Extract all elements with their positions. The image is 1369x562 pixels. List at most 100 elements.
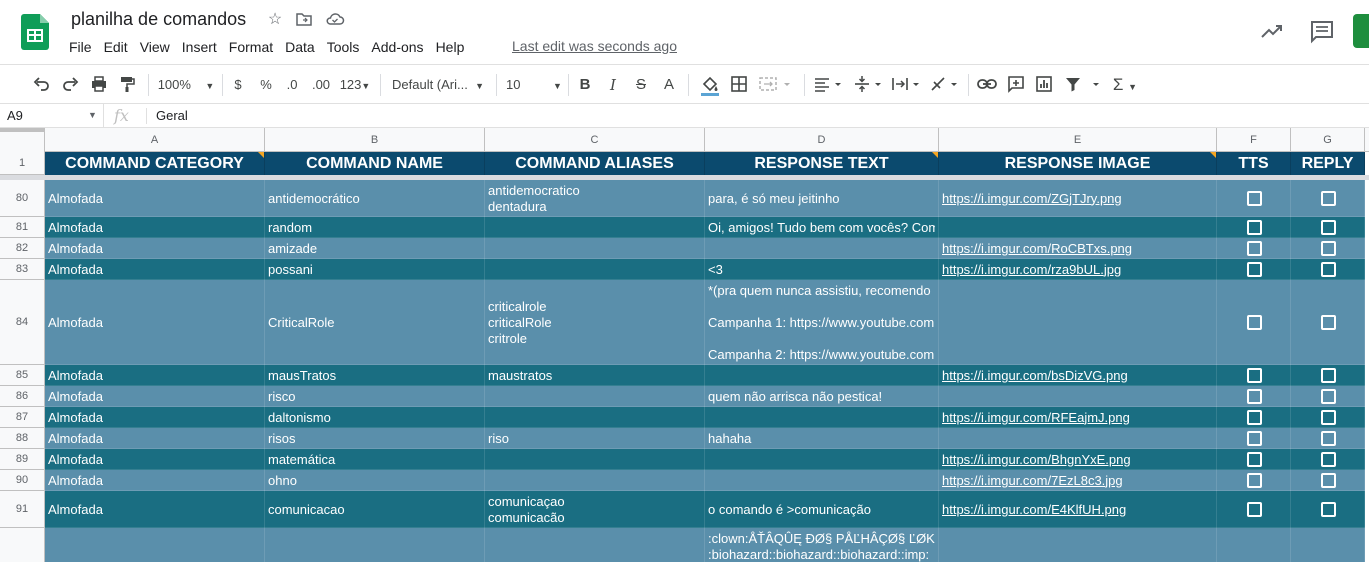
cell-text[interactable] — [705, 238, 939, 259]
column-header-e[interactable]: E — [939, 128, 1217, 152]
reply-checkbox[interactable] — [1321, 191, 1336, 206]
cell-name[interactable]: CriticalRole — [265, 280, 485, 365]
tts-checkbox[interactable] — [1247, 262, 1262, 277]
cell-category[interactable]: Almofada — [45, 280, 265, 365]
cell-aliases[interactable] — [485, 217, 705, 238]
cell-text[interactable] — [705, 449, 939, 470]
undo-icon[interactable] — [31, 73, 53, 97]
column-header-f[interactable]: F — [1217, 128, 1291, 152]
reply-checkbox[interactable] — [1321, 431, 1336, 446]
italic-button[interactable]: I — [604, 73, 622, 97]
cell-name[interactable]: ohno — [265, 470, 485, 491]
print-icon[interactable] — [88, 73, 110, 97]
last-edit-link[interactable]: Last edit was seconds ago — [512, 38, 677, 54]
column-header-b[interactable]: B — [265, 128, 485, 152]
menu-format[interactable]: Format — [223, 37, 279, 57]
row-header[interactable]: 80 — [0, 180, 45, 217]
star-icon[interactable]: ☆ — [265, 10, 285, 30]
reply-checkbox[interactable] — [1321, 410, 1336, 425]
cell-reply[interactable] — [1291, 528, 1365, 562]
row-header[interactable]: 86 — [0, 386, 45, 407]
cell-reply[interactable] — [1291, 470, 1365, 491]
cell-tts[interactable] — [1217, 280, 1291, 365]
reply-checkbox[interactable] — [1321, 502, 1336, 517]
reply-checkbox[interactable] — [1321, 220, 1336, 235]
row-header[interactable]: 83 — [0, 259, 45, 280]
tts-checkbox[interactable] — [1247, 389, 1262, 404]
text-wrapping-icon[interactable] — [890, 73, 924, 97]
cell-image[interactable]: https://i.imgur.com/bsDizVG.png — [939, 365, 1217, 386]
cell-aliases[interactable] — [485, 528, 705, 562]
freeze-handle[interactable] — [0, 128, 45, 132]
cell-aliases[interactable] — [485, 386, 705, 407]
cell-tts[interactable] — [1217, 528, 1291, 562]
select-all-corner[interactable] — [0, 128, 45, 152]
cell-aliases[interactable]: criticalrole criticalRole critrole — [485, 280, 705, 365]
cell-tts[interactable] — [1217, 180, 1291, 217]
cell-aliases[interactable]: riso — [485, 428, 705, 449]
cell-image[interactable] — [939, 528, 1217, 562]
image-link[interactable]: https://i.imgur.com/rza9bUL.jpg — [942, 262, 1213, 278]
menu-tools[interactable]: Tools — [321, 37, 366, 57]
cell-image[interactable]: https://i.imgur.com/7EzL8c3.jpg — [939, 470, 1217, 491]
share-button[interactable] — [1353, 14, 1369, 48]
cell-category[interactable]: Almofada — [45, 491, 265, 528]
tts-checkbox[interactable] — [1247, 410, 1262, 425]
cell-text[interactable]: para, é só meu jeitinho — [705, 180, 939, 217]
tts-checkbox[interactable] — [1247, 452, 1262, 467]
cell-reply[interactable] — [1291, 386, 1365, 407]
text-rotation-icon[interactable] — [928, 73, 962, 97]
row-header-1[interactable]: 1 — [0, 152, 45, 175]
header-cell-reply[interactable]: REPLY — [1291, 152, 1365, 175]
image-link[interactable]: https://i.imgur.com/bsDizVG.png — [942, 368, 1213, 384]
header-cell-aliases[interactable]: COMMAND ALIASES — [485, 152, 705, 175]
row-header[interactable]: 84 — [0, 280, 45, 365]
decrease-decimal-button[interactable]: .0 — [282, 73, 302, 97]
cell-name[interactable]: risos — [265, 428, 485, 449]
cell-category[interactable]: Almofada — [45, 386, 265, 407]
comments-icon[interactable] — [1308, 18, 1336, 46]
zoom-select[interactable]: 100% ▼ — [156, 73, 216, 97]
cell-image[interactable]: https://i.imgur.com/ZGjTJry.png — [939, 180, 1217, 217]
document-title[interactable]: planilha de comandos — [71, 9, 246, 30]
reply-checkbox[interactable] — [1321, 452, 1336, 467]
cell-tts[interactable] — [1217, 470, 1291, 491]
cell-image[interactable] — [939, 280, 1217, 365]
cloud-saved-icon[interactable] — [325, 10, 345, 30]
header-cell-text[interactable]: RESPONSE TEXT — [705, 152, 939, 175]
cell-name[interactable]: risco — [265, 386, 485, 407]
reply-checkbox[interactable] — [1321, 368, 1336, 383]
cell-category[interactable]: Almofada — [45, 259, 265, 280]
cell-reply[interactable] — [1291, 238, 1365, 259]
cell-tts[interactable] — [1217, 407, 1291, 428]
more-formats-button[interactable]: 123▼ — [338, 73, 372, 97]
cell-category[interactable]: Almofada — [45, 470, 265, 491]
cell-text[interactable]: *(pra quem nunca assistiu, recomendo Cam… — [705, 280, 939, 365]
text-color-button[interactable]: A — [660, 73, 678, 97]
header-cell-name[interactable]: COMMAND NAME — [265, 152, 485, 175]
cell-name[interactable]: amizade — [265, 238, 485, 259]
cell-reply[interactable] — [1291, 365, 1365, 386]
header-cell-category[interactable]: COMMAND CATEGORY — [45, 152, 265, 175]
cell-image[interactable] — [939, 217, 1217, 238]
bold-button[interactable]: B — [576, 73, 594, 97]
cell-tts[interactable] — [1217, 365, 1291, 386]
cell-image[interactable]: https://i.imgur.com/rza9bUL.jpg — [939, 259, 1217, 280]
strikethrough-button[interactable]: S — [632, 73, 650, 97]
font-family-select[interactable]: Default (Ari... ▼ — [392, 73, 488, 97]
cell-tts[interactable] — [1217, 259, 1291, 280]
cell-reply[interactable] — [1291, 259, 1365, 280]
borders-icon[interactable] — [728, 73, 750, 97]
row-header[interactable]: 82 — [0, 238, 45, 259]
row-header[interactable]: 90 — [0, 470, 45, 491]
cell-name[interactable] — [265, 528, 485, 562]
cell-reply[interactable] — [1291, 449, 1365, 470]
cell-tts[interactable] — [1217, 428, 1291, 449]
cell-aliases[interactable] — [485, 449, 705, 470]
cell-category[interactable]: Almofada — [45, 238, 265, 259]
column-header-c[interactable]: C — [485, 128, 705, 152]
horizontal-align-icon[interactable] — [812, 73, 846, 97]
column-header-d[interactable]: D — [705, 128, 939, 152]
cell-image[interactable] — [939, 428, 1217, 449]
row-header[interactable]: 88 — [0, 428, 45, 449]
